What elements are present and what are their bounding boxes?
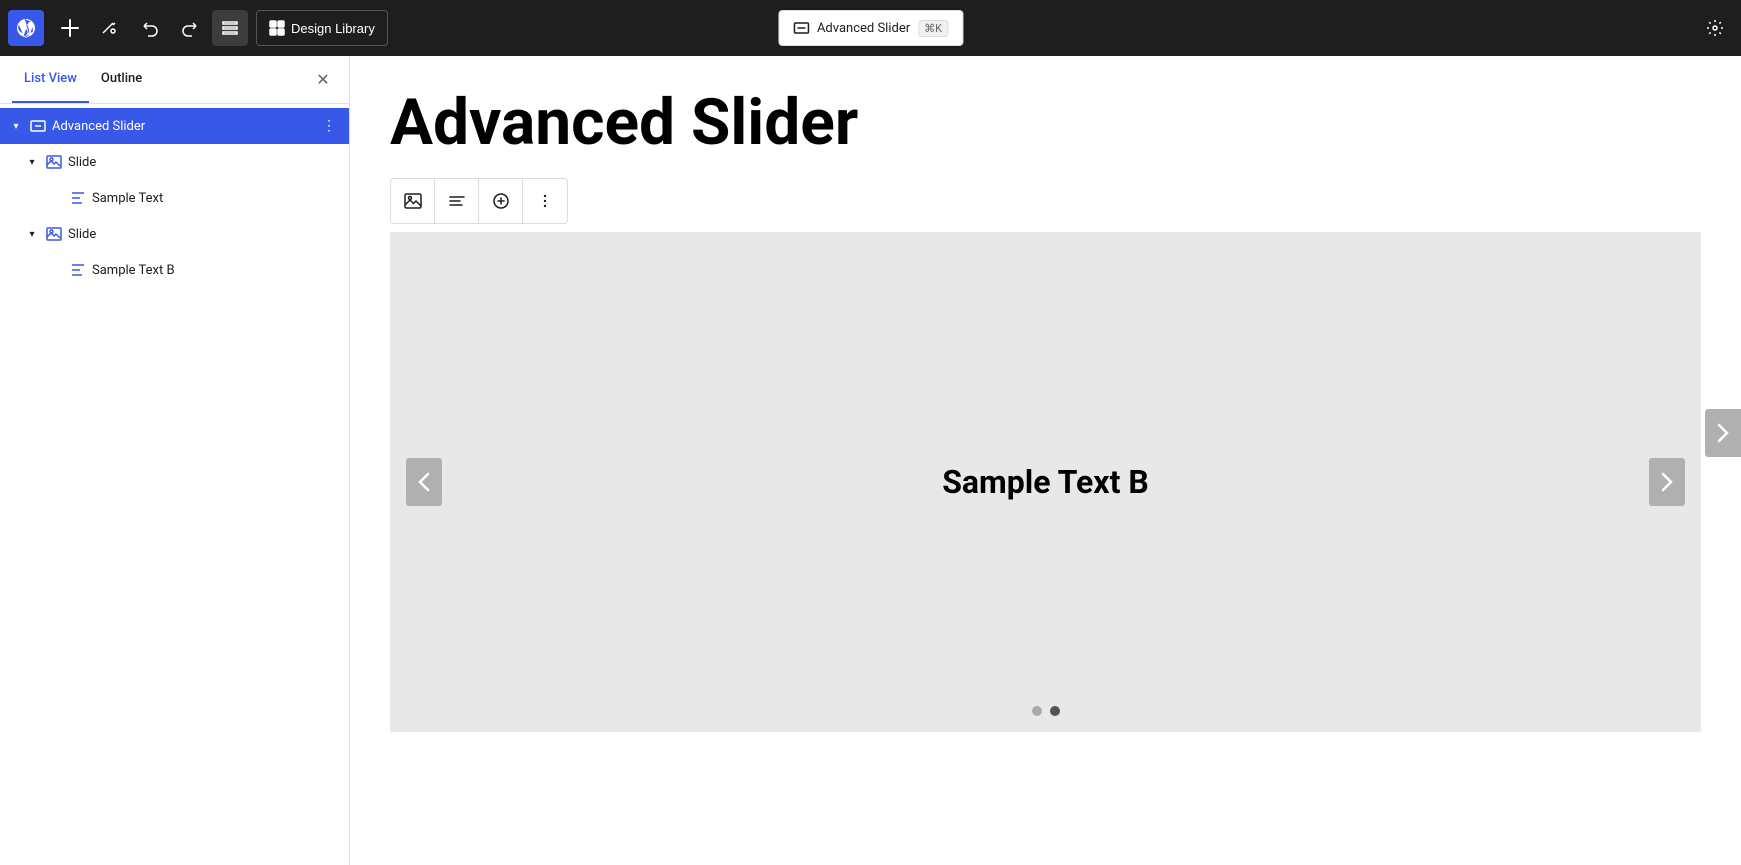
image-icon-1: [44, 152, 64, 172]
panel-close-button[interactable]: ✕: [309, 66, 337, 94]
right-edge-nav-button[interactable]: [1705, 409, 1741, 457]
tree-item-slide-2[interactable]: Slide: [0, 216, 349, 252]
tree-label-slide-2: Slide: [68, 227, 341, 242]
chevron-sample-text-b: [48, 262, 64, 278]
keyboard-shortcut: ⌘K: [918, 20, 948, 37]
heading-icon-1: [68, 188, 88, 208]
slider-container: Sample Text B: [390, 232, 1701, 732]
redo-button[interactable]: [172, 10, 208, 46]
slider-current-text: Sample Text B: [942, 463, 1149, 501]
chevron-slide-1: [24, 154, 40, 170]
chevron-slide-2: [24, 226, 40, 242]
list-view-button[interactable]: [212, 10, 248, 46]
toolbar-right: [1697, 10, 1733, 46]
image-icon-2: [44, 224, 64, 244]
tree-label-advanced-slider: Advanced Slider: [52, 119, 313, 134]
chevron-advanced-slider: [8, 118, 24, 134]
slider-dot-1[interactable]: [1032, 706, 1042, 716]
tree-item-advanced-slider[interactable]: Advanced Slider ⋮: [0, 108, 349, 144]
page-title: Advanced Slider: [390, 88, 1701, 158]
left-panel: List View Outline ✕ Advanced Slider ⋮: [0, 56, 350, 865]
top-toolbar: Design Library Advanced Slider ⌘K: [0, 0, 1741, 56]
undo-button[interactable]: [132, 10, 168, 46]
block-tool-add[interactable]: [479, 179, 523, 223]
block-toolbar: [390, 178, 568, 224]
tree-item-sample-text-b[interactable]: Sample Text B: [0, 252, 349, 288]
advanced-slider-pill-label: Advanced Slider: [817, 21, 910, 36]
design-library-label: Design Library: [291, 21, 375, 36]
slider-content: Sample Text B: [390, 232, 1701, 732]
tree-more-advanced-slider[interactable]: ⋮: [317, 114, 341, 138]
block-tool-image[interactable]: [391, 179, 435, 223]
tree-item-slide-1[interactable]: Slide: [0, 144, 349, 180]
panel-tabs: List View Outline ✕: [0, 56, 349, 104]
advanced-slider-pill[interactable]: Advanced Slider ⌘K: [778, 10, 963, 46]
chevron-sample-text-1: [48, 190, 64, 206]
slider-dots: [1032, 706, 1060, 716]
tree-label-sample-text-b: Sample Text B: [92, 263, 341, 278]
slider-dot-2[interactable]: [1050, 706, 1060, 716]
slider-next-button[interactable]: [1649, 458, 1685, 506]
tools-button[interactable]: [92, 10, 128, 46]
block-tool-align[interactable]: [435, 179, 479, 223]
add-block-button[interactable]: [52, 10, 88, 46]
settings-button[interactable]: [1697, 10, 1733, 46]
tree-label-sample-text-1: Sample Text: [92, 191, 341, 206]
tree-area: Advanced Slider ⋮ Slide Sample Text: [0, 104, 349, 865]
tab-list-view[interactable]: List View: [12, 56, 89, 103]
block-icon: [793, 20, 809, 36]
tab-outline[interactable]: Outline: [89, 56, 154, 103]
content-area: Advanced Slider Sample Text B: [350, 56, 1741, 865]
slider-prev-button[interactable]: [406, 458, 442, 506]
block-tool-more[interactable]: [523, 179, 567, 223]
tree-label-slide-1: Slide: [68, 155, 341, 170]
wp-logo[interactable]: [8, 10, 44, 46]
slider-icon: [28, 116, 48, 136]
design-library-button[interactable]: Design Library: [256, 10, 388, 46]
toolbar-center: Advanced Slider ⌘K: [778, 10, 963, 46]
main-area: List View Outline ✕ Advanced Slider ⋮: [0, 56, 1741, 865]
heading-icon-2: [68, 260, 88, 280]
tree-item-sample-text-1[interactable]: Sample Text: [0, 180, 349, 216]
